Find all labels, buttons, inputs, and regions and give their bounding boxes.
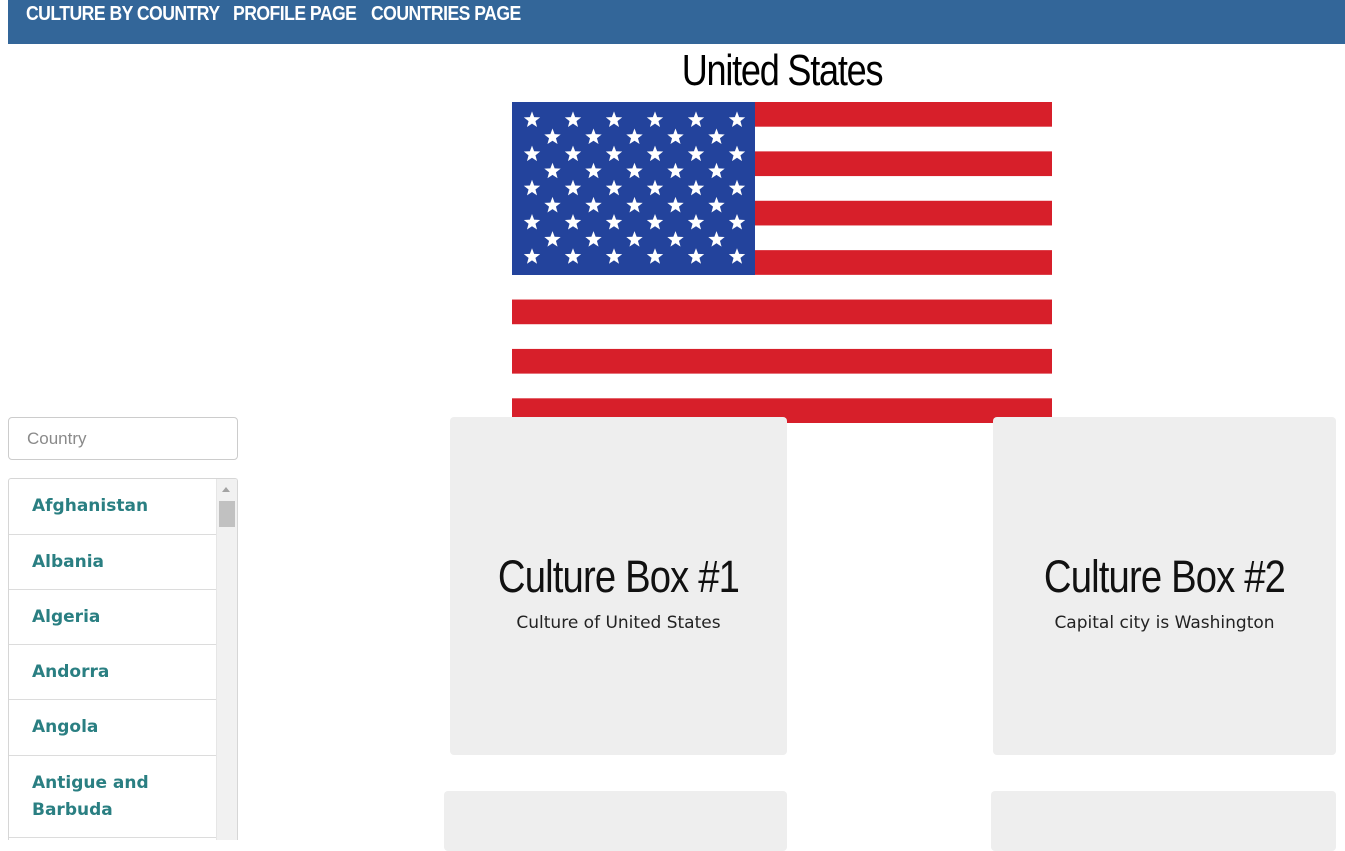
flag-stripe — [512, 373, 1052, 399]
nav-brand-link[interactable]: CULTURE BY COUNTRY — [26, 3, 220, 26]
culture-box-1: Culture Box #1 Culture of United States — [450, 417, 787, 755]
country-list-item[interactable]: Albania — [9, 535, 217, 590]
scroll-up-arrow-icon[interactable] — [222, 487, 230, 492]
country-list-item[interactable]: Antigue and Barbuda — [9, 756, 217, 838]
country-list-item[interactable]: Afghanistan — [9, 479, 217, 535]
culture-box-text: Culture of United States — [516, 613, 721, 633]
culture-box-2: Culture Box #2 Capital city is Washingto… — [993, 417, 1336, 755]
flag-stripe — [512, 348, 1052, 375]
country-list-item[interactable]: Algeria — [9, 590, 217, 645]
culture-box-title: Culture Box #2 — [1043, 551, 1286, 602]
country-list: Afghanistan Albania Algeria Andorra Ango… — [9, 479, 217, 838]
nav-profile-link[interactable]: PROFILE PAGE — [233, 3, 357, 26]
scroll-thumb[interactable] — [219, 501, 235, 527]
top-navbar: CULTURE BY COUNTRY PROFILE PAGE COUNTRIE… — [8, 0, 1345, 44]
nav-countries-link[interactable]: COUNTRIES PAGE — [371, 3, 521, 26]
culture-box-text: Capital city is Washington — [1054, 613, 1275, 633]
flag-canton — [512, 102, 755, 275]
country-search-input[interactable] — [8, 417, 238, 460]
flag-stripe — [512, 324, 1052, 350]
country-title: United States — [681, 46, 884, 95]
country-list-item[interactable]: Angola — [9, 700, 217, 756]
culture-box-title: Culture Box #1 — [497, 551, 740, 602]
culture-box-3 — [444, 791, 787, 851]
flag-stripe — [512, 299, 1052, 325]
culture-box-4 — [991, 791, 1336, 851]
us-flag-image — [512, 102, 1052, 423]
country-list-panel[interactable]: Afghanistan Albania Algeria Andorra Ango… — [8, 478, 238, 840]
country-list-item[interactable]: Andorra — [9, 645, 217, 700]
list-scrollbar[interactable] — [216, 479, 237, 840]
flag-stripe — [512, 274, 1052, 301]
